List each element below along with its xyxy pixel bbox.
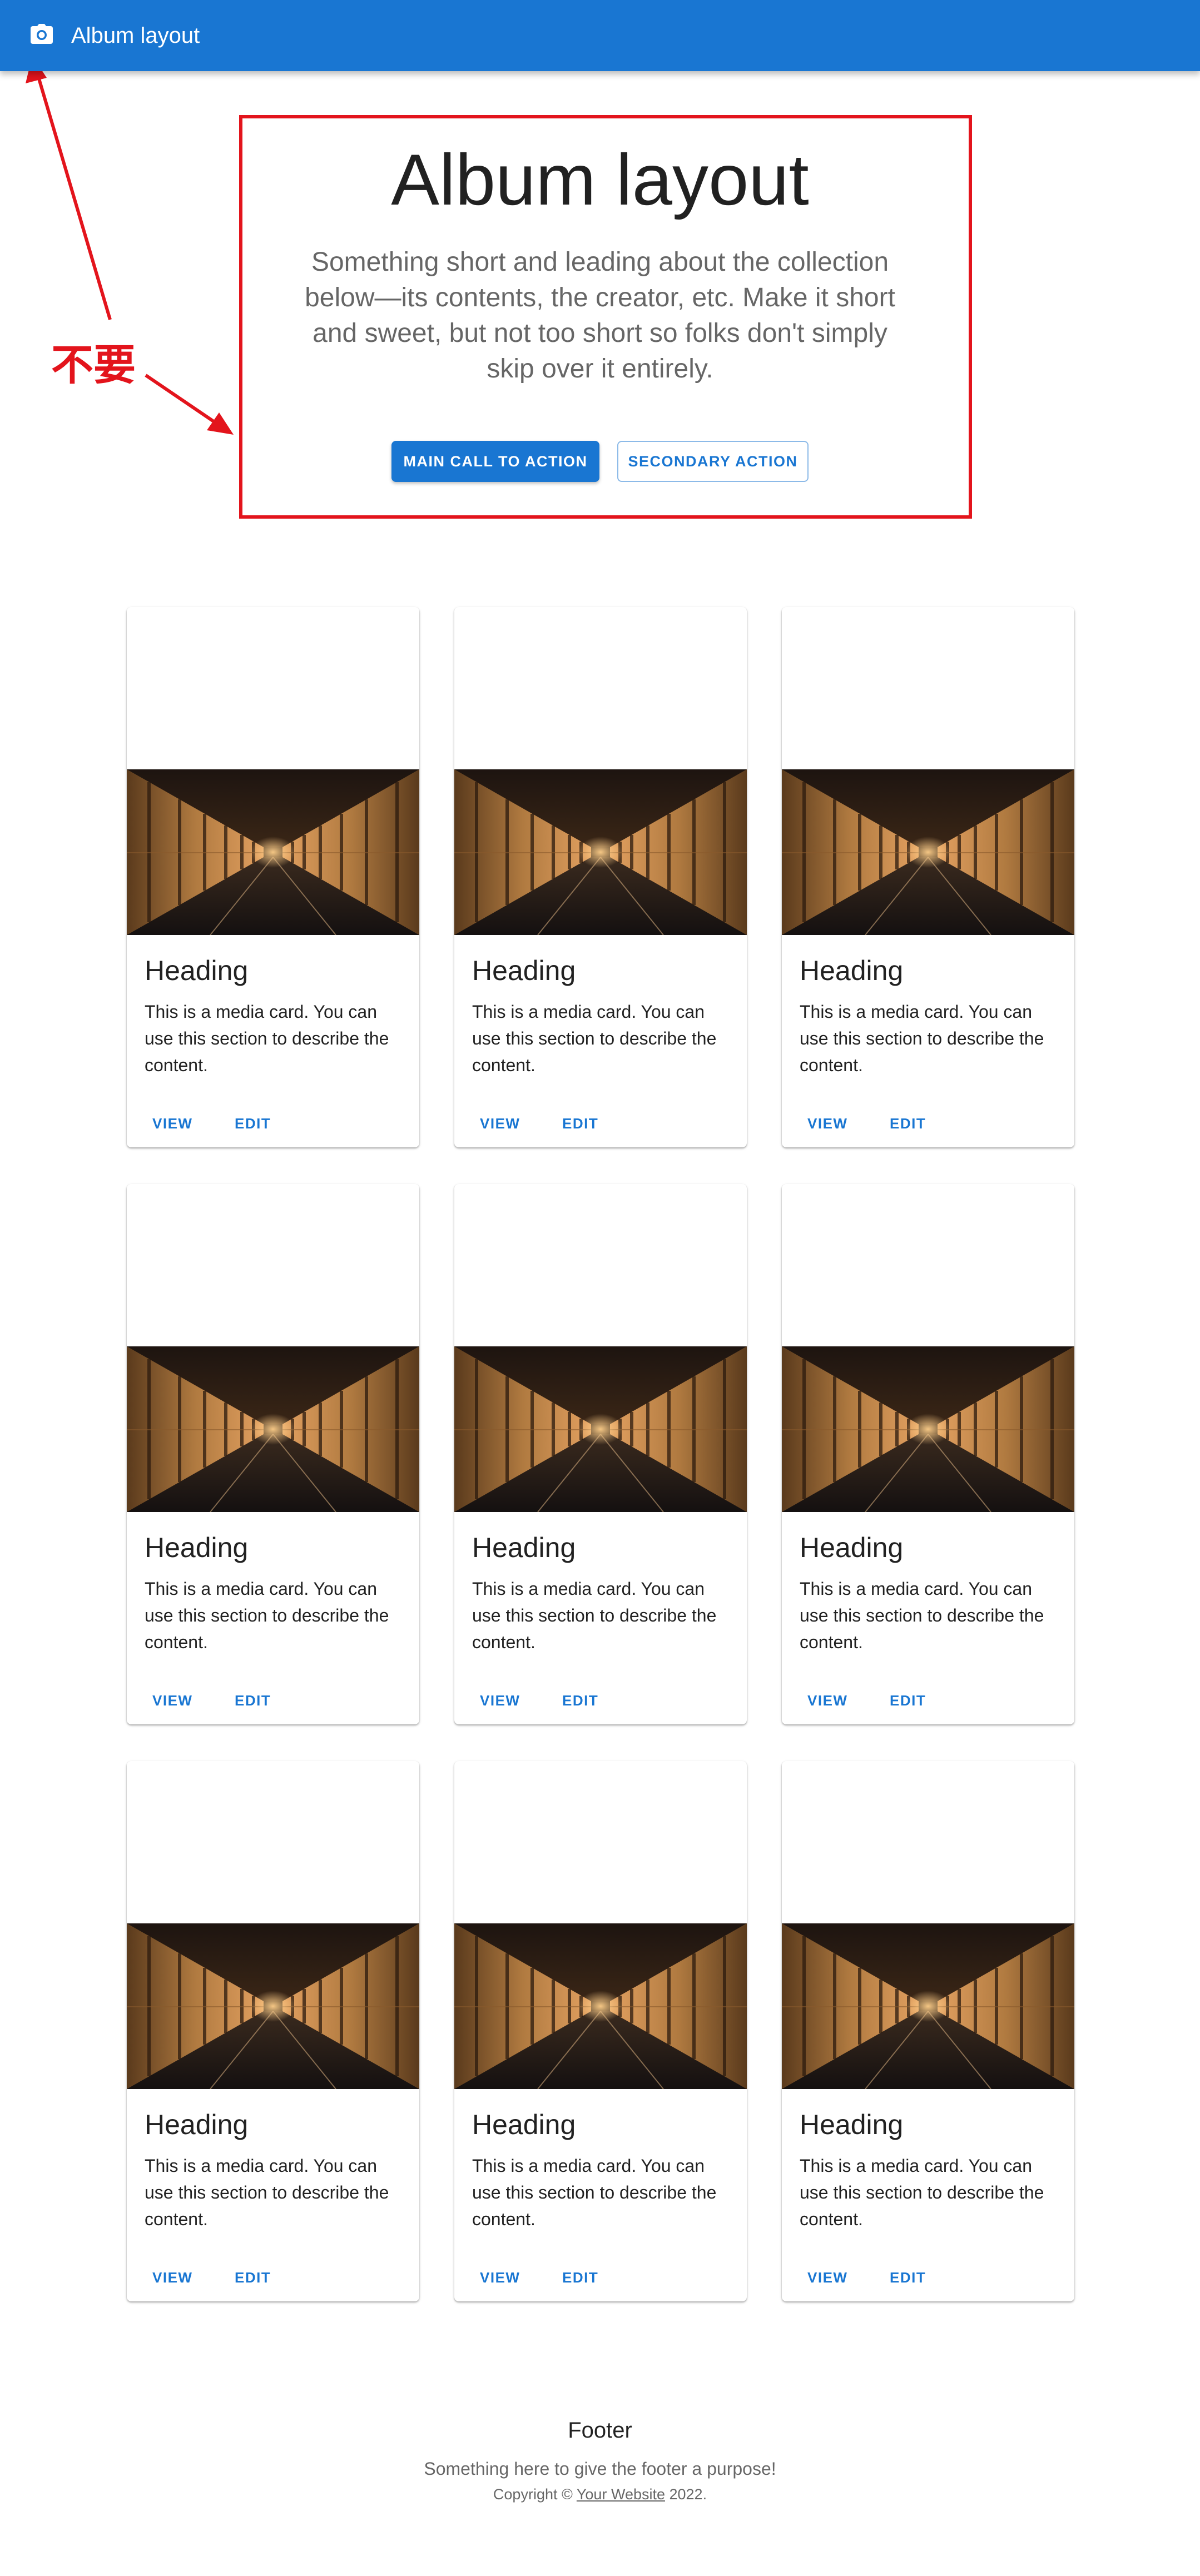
copyright-year: 2022. bbox=[665, 2486, 707, 2503]
album-card: Heading This is a media card. You can use… bbox=[782, 1184, 1074, 1724]
app-title: Album layout bbox=[71, 23, 200, 48]
album-card: Heading This is a media card. You can use… bbox=[782, 607, 1074, 1147]
copyright-prefix: Copyright © bbox=[493, 2486, 577, 2503]
card-image bbox=[127, 769, 419, 935]
album-card: Heading This is a media card. You can use… bbox=[454, 607, 747, 1147]
edit-button[interactable]: EDIT bbox=[226, 1689, 280, 1713]
view-button[interactable]: VIEW bbox=[471, 1689, 529, 1713]
card-heading: Heading bbox=[472, 955, 576, 986]
edit-button[interactable]: EDIT bbox=[881, 1689, 935, 1713]
card-description: This is a media card. You can use this s… bbox=[800, 2156, 1044, 2229]
card-image bbox=[454, 769, 747, 935]
card-image bbox=[454, 1923, 747, 2089]
card-description: This is a media card. You can use this s… bbox=[800, 1579, 1044, 1652]
view-button[interactable]: VIEW bbox=[143, 1689, 201, 1713]
footer-title: Footer bbox=[568, 2418, 632, 2443]
view-button[interactable]: VIEW bbox=[143, 2266, 201, 2290]
card-description: This is a media card. You can use this s… bbox=[472, 1002, 717, 1075]
footer: Footer Something here to give the footer… bbox=[0, 2418, 1200, 2503]
card-image bbox=[782, 1346, 1074, 1512]
album-card: Heading This is a media card. You can use… bbox=[454, 1761, 747, 2301]
your-website-link[interactable]: Your Website bbox=[577, 2486, 665, 2503]
card-image bbox=[454, 1346, 747, 1512]
album-card: Heading This is a media card. You can use… bbox=[782, 1761, 1074, 2301]
card-heading: Heading bbox=[145, 1532, 249, 1563]
card-heading: Heading bbox=[145, 955, 249, 986]
edit-button[interactable]: EDIT bbox=[881, 2266, 935, 2290]
card-description: This is a media card. You can use this s… bbox=[472, 2156, 717, 2229]
view-button[interactable]: VIEW bbox=[799, 1112, 856, 1136]
card-description: This is a media card. You can use this s… bbox=[472, 1579, 717, 1652]
footer-subtitle: Something here to give the footer a purp… bbox=[424, 2459, 776, 2479]
card-heading: Heading bbox=[800, 1532, 904, 1563]
album-card: Heading This is a media card. You can use… bbox=[127, 1761, 419, 2301]
card-heading: Heading bbox=[472, 2109, 576, 2140]
card-heading: Heading bbox=[800, 2109, 904, 2140]
card-image bbox=[127, 1346, 419, 1512]
card-heading: Heading bbox=[800, 955, 904, 986]
edit-button[interactable]: EDIT bbox=[553, 1689, 607, 1713]
view-button[interactable]: VIEW bbox=[799, 1689, 856, 1713]
edit-button[interactable]: EDIT bbox=[226, 2266, 280, 2290]
camera-icon[interactable] bbox=[27, 19, 57, 49]
album-card: Heading This is a media card. You can use… bbox=[127, 1184, 419, 1724]
edit-button[interactable]: EDIT bbox=[553, 2266, 607, 2290]
view-button[interactable]: VIEW bbox=[143, 1112, 201, 1136]
card-image bbox=[782, 769, 1074, 935]
card-description: This is a media card. You can use this s… bbox=[145, 1002, 389, 1075]
card-description: This is a media card. You can use this s… bbox=[800, 1002, 1044, 1075]
annotation-label: 不要 bbox=[51, 340, 136, 390]
edit-button[interactable]: EDIT bbox=[226, 1112, 280, 1136]
edit-button[interactable]: EDIT bbox=[881, 1112, 935, 1136]
card-description: This is a media card. You can use this s… bbox=[145, 1579, 389, 1652]
card-heading: Heading bbox=[472, 1532, 576, 1563]
album-card: Heading This is a media card. You can use… bbox=[454, 1184, 747, 1724]
card-description: This is a media card. You can use this s… bbox=[145, 2156, 389, 2229]
card-image bbox=[782, 1923, 1074, 2089]
view-button[interactable]: VIEW bbox=[471, 2266, 529, 2290]
app-bar: Album layout bbox=[0, 0, 1200, 71]
card-image bbox=[127, 1923, 419, 2089]
edit-button[interactable]: EDIT bbox=[553, 1112, 607, 1136]
view-button[interactable]: VIEW bbox=[799, 2266, 856, 2290]
card-heading: Heading bbox=[145, 2109, 249, 2140]
album-card: Heading This is a media card. You can use… bbox=[127, 607, 419, 1147]
view-button[interactable]: VIEW bbox=[471, 1112, 529, 1136]
annotation-hero-highlight bbox=[239, 115, 972, 519]
footer-copyright: Copyright © Your Website 2022. bbox=[0, 2486, 1200, 2503]
